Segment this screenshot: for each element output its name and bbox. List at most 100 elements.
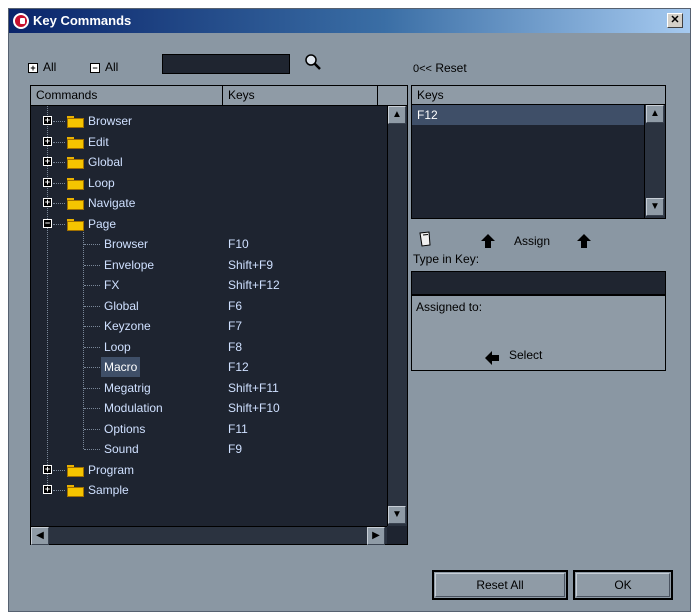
tree-key-value: F6 — [228, 299, 243, 313]
reset-label: Reset — [435, 61, 467, 75]
tree-command-row[interactable]: Keyzone F7 — [31, 316, 387, 336]
expand-icon[interactable]: + — [43, 137, 52, 146]
tree-leaf-label: Macro — [101, 357, 141, 377]
tree-connector — [84, 347, 100, 348]
reset-button[interactable]: 0<< Reset — [413, 61, 467, 75]
folder-icon — [67, 178, 84, 190]
collapse-icon[interactable]: − — [43, 219, 52, 228]
assigned-to-box: Assigned to: Select — [411, 295, 666, 371]
folder-icon — [67, 116, 84, 128]
scroll-up-button[interactable]: ▲ — [388, 106, 406, 124]
tree-vertical-scrollbar[interactable]: ▲ ▼ — [387, 106, 407, 526]
window-title: Key Commands — [33, 13, 132, 28]
expand-icon[interactable]: + — [43, 198, 52, 207]
title-bar[interactable]: Key Commands ✕ — [9, 9, 690, 33]
tree-folder-row[interactable]: + Edit — [31, 132, 387, 152]
tree-command-row[interactable]: Modulation Shift+F10 — [31, 398, 387, 418]
tree-connector — [53, 183, 65, 184]
type-in-key-field[interactable] — [411, 271, 666, 295]
folder-icon — [67, 219, 84, 231]
scroll-right-button[interactable]: ▶ — [367, 527, 385, 545]
keys-scroll-down-button[interactable]: ▼ — [646, 198, 664, 216]
search-icon[interactable] — [303, 53, 323, 73]
tree-connector — [84, 449, 100, 450]
collapse-all-button[interactable]: − All — [90, 60, 130, 76]
ok-label: OK — [614, 578, 632, 592]
tree-leaf-label: Keyzone — [104, 319, 151, 333]
type-in-key-label: Type in Key: — [413, 252, 480, 266]
tree-key-value: Shift+F10 — [228, 401, 280, 415]
tree-node-label: Program — [88, 463, 135, 477]
tree-key-value: F9 — [228, 442, 243, 456]
arrow-left-icon[interactable] — [484, 350, 500, 366]
folder-icon — [67, 465, 84, 477]
collapse-all-label: All — [105, 60, 119, 74]
tree-leaf-label: Envelope — [104, 258, 155, 272]
tree-folder-row[interactable]: + Browser — [31, 111, 387, 131]
search-input[interactable] — [162, 54, 290, 74]
expand-icon[interactable]: + — [43, 116, 52, 125]
tree-node-label: Edit — [88, 135, 109, 149]
key-list-item[interactable]: F12 — [412, 105, 644, 125]
tree-connector — [84, 326, 100, 327]
tree-folder-row[interactable]: + Program — [31, 460, 387, 480]
tree-connector — [84, 306, 100, 307]
plus-icon: + — [28, 63, 38, 73]
expand-icon[interactable]: + — [43, 178, 52, 187]
reset-all-label: Reset All — [476, 578, 524, 592]
tree-node-label: Sample — [88, 483, 129, 497]
tree-folder-row[interactable]: + Sample — [31, 480, 387, 500]
tree-leaf-label: Loop — [104, 340, 131, 354]
tree-node-label: Browser — [88, 114, 133, 128]
arrow-up-icon-2[interactable] — [576, 233, 592, 249]
tree-header: Commands Keys — [31, 86, 407, 106]
close-button[interactable]: ✕ — [667, 13, 683, 28]
expand-all-label: All — [43, 60, 57, 74]
expand-all-button[interactable]: + All — [28, 60, 68, 76]
assign-label[interactable]: Assign — [514, 234, 550, 248]
keys-header: Keys — [412, 86, 665, 105]
tree-command-row[interactable]: Macro F12 — [31, 357, 387, 377]
tree-command-row[interactable]: Loop F8 — [31, 337, 387, 357]
tree-connector — [84, 265, 100, 266]
tree-command-row[interactable]: Envelope Shift+F9 — [31, 255, 387, 275]
tree-node-label: Loop — [88, 176, 115, 190]
column-header-commands[interactable]: Commands — [31, 86, 223, 106]
expand-icon[interactable]: + — [43, 485, 52, 494]
ok-button[interactable]: OK — [573, 570, 673, 600]
keys-vertical-scrollbar[interactable]: ▲ ▼ — [644, 105, 665, 218]
folder-icon — [67, 485, 84, 497]
tree-connector — [84, 244, 100, 245]
tree-folder-row[interactable]: + Global — [31, 152, 387, 172]
scroll-down-button[interactable]: ▼ — [388, 506, 406, 524]
tree-folder-row[interactable]: − Page — [31, 214, 387, 234]
column-header-keys[interactable]: Keys — [223, 86, 378, 106]
delete-key-icon[interactable] — [418, 230, 432, 248]
expand-icon[interactable]: + — [43, 157, 52, 166]
reset-all-button[interactable]: Reset All — [432, 570, 568, 600]
tree-key-value: Shift+F9 — [228, 258, 274, 272]
tree-connector — [53, 490, 65, 491]
tree-command-row[interactable]: FX Shift+F12 — [31, 275, 387, 295]
tree-connector — [84, 408, 100, 409]
assigned-to-label: Assigned to: — [416, 300, 483, 314]
app-logo-icon — [13, 13, 29, 29]
tree-leaf-label: Global — [104, 299, 139, 313]
tree-command-row[interactable]: Global F6 — [31, 296, 387, 316]
expand-icon[interactable]: + — [43, 465, 52, 474]
keys-scroll-up-button[interactable]: ▲ — [646, 105, 664, 123]
tree-command-row[interactable]: Browser F10 — [31, 234, 387, 254]
tree-connector — [53, 142, 65, 143]
tree-connector — [84, 388, 100, 389]
tree-horizontal-scrollbar[interactable]: ◀ ▶ — [31, 526, 387, 545]
scroll-left-button[interactable]: ◀ — [31, 527, 49, 545]
tree-command-row[interactable]: Sound F9 — [31, 439, 387, 459]
select-label[interactable]: Select — [509, 348, 542, 362]
tree-folder-row[interactable]: + Navigate — [31, 193, 387, 213]
tree-command-row[interactable]: Megatrig Shift+F11 — [31, 378, 387, 398]
commands-tree-panel: Commands Keys + Browser + Edit + Global + Loop +… — [30, 85, 408, 545]
tree-command-row[interactable]: Options F11 — [31, 419, 387, 439]
folder-icon — [67, 198, 84, 210]
arrow-up-icon[interactable] — [480, 233, 496, 249]
tree-folder-row[interactable]: + Loop — [31, 173, 387, 193]
